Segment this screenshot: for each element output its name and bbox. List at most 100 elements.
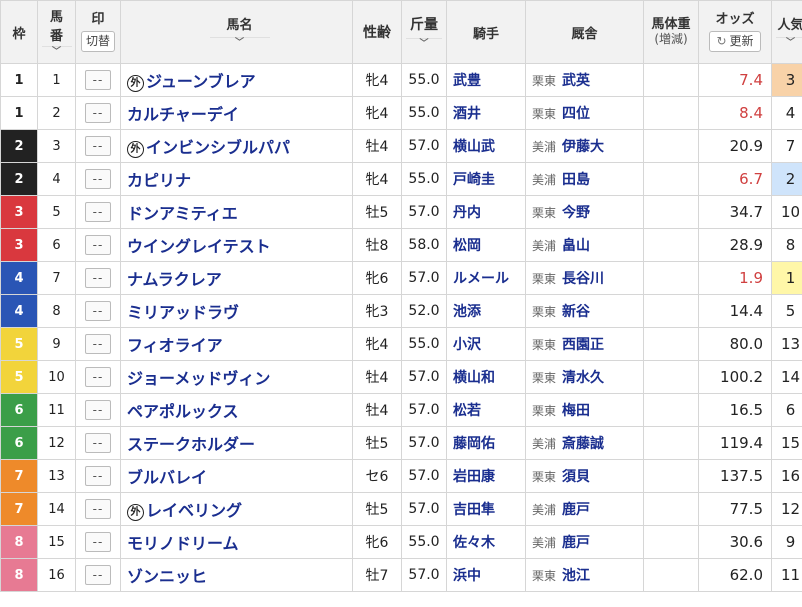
mark-select[interactable]: -- <box>85 367 111 387</box>
stable-link[interactable]: 西園正 <box>562 337 604 353</box>
header-popularity[interactable]: 人気 ﹀ <box>771 0 802 64</box>
mark-select[interactable]: -- <box>85 268 111 288</box>
jockey-link[interactable]: 横山和 <box>453 370 495 386</box>
stable-link[interactable]: 長谷川 <box>562 271 604 287</box>
mark-select[interactable]: -- <box>85 202 111 222</box>
sort-chevron-icon[interactable]: ﹀ <box>406 37 442 51</box>
horse-name-link[interactable]: ブルバレイ <box>127 468 207 487</box>
horse-name-link[interactable]: ドンアミティエ <box>127 204 238 223</box>
sexage-value: 牝6 <box>365 271 389 287</box>
mark-select[interactable]: -- <box>85 466 111 486</box>
horse-name-cell: ステークホルダー <box>120 426 353 460</box>
mark-cell: -- <box>75 459 121 493</box>
waku-number: 7 <box>14 501 24 517</box>
horse-name-link[interactable]: フィオライア <box>127 336 223 355</box>
jockey-link[interactable]: 佐々木 <box>453 535 495 551</box>
table-row: 5 9 -- フィオライア 牝4 55.0 小沢 栗東 西園正 80.0 13 <box>0 327 802 361</box>
mark-select[interactable]: -- <box>85 334 111 354</box>
stable-link[interactable]: 伊藤大 <box>562 139 604 155</box>
mark-select[interactable]: -- <box>85 499 111 519</box>
stable-link[interactable]: 畠山 <box>562 238 590 254</box>
sexage-cell: 牡4 <box>352 393 402 427</box>
stable-link[interactable]: 田島 <box>562 172 590 188</box>
mark-cell: -- <box>75 129 121 163</box>
sort-chevron-icon[interactable]: ﹀ <box>41 45 72 59</box>
jockey-link[interactable]: 岩田康 <box>453 469 495 485</box>
sort-chevron-icon[interactable]: ﹀ <box>775 37 802 50</box>
odds-refresh-button[interactable]: ↻ 更新 <box>709 31 761 52</box>
stable-link[interactable]: 四位 <box>562 106 590 122</box>
weight-cell: 57.0 <box>401 129 447 163</box>
stable-link[interactable]: 梅田 <box>562 403 590 419</box>
jockey-cell: 丹内 <box>446 195 526 229</box>
jockey-link[interactable]: 松若 <box>453 403 481 419</box>
stable-link[interactable]: 武英 <box>562 73 590 89</box>
mark-select[interactable]: -- <box>85 136 111 156</box>
stable-link[interactable]: 今野 <box>562 205 590 221</box>
jockey-link[interactable]: 小沢 <box>453 337 481 353</box>
odds-cell: 137.5 <box>698 459 772 493</box>
mark-select[interactable]: -- <box>85 301 111 321</box>
sort-chevron-icon[interactable]: ﹀ <box>209 37 270 50</box>
stable-link[interactable]: 斎藤誠 <box>562 436 604 452</box>
horse-name-link[interactable]: ナムラクレア <box>127 270 222 289</box>
mark-select[interactable]: -- <box>85 565 111 585</box>
weight-cell: 57.0 <box>401 360 447 394</box>
horse-name-link[interactable]: インビンシブルパパ <box>146 138 290 157</box>
horse-name-link[interactable]: ペアポルックス <box>127 402 239 421</box>
horse-name-link[interactable]: ジューンブレア <box>146 72 256 91</box>
jockey-link[interactable]: 武豊 <box>453 73 481 89</box>
popularity-value: 8 <box>785 236 796 254</box>
header-umaban[interactable]: 馬 番 ﹀ <box>37 0 76 64</box>
jockey-link[interactable]: 池添 <box>453 304 481 320</box>
jockey-link[interactable]: 浜中 <box>453 568 481 584</box>
jockey-link[interactable]: ルメール <box>453 271 509 287</box>
jockey-link[interactable]: 横山武 <box>453 139 495 155</box>
mark-cell: -- <box>75 426 121 460</box>
mark-select[interactable]: -- <box>85 433 111 453</box>
horse-name-link[interactable]: ミリアッドラヴ <box>127 303 239 322</box>
odds-cell: 1.9 <box>698 261 772 295</box>
jockey-link[interactable]: 藤岡佑 <box>453 436 495 452</box>
stable-link[interactable]: 須貝 <box>562 469 590 485</box>
jockey-link[interactable]: 酒井 <box>453 106 481 122</box>
odds-value: 119.4 <box>720 434 763 452</box>
mark-select[interactable]: -- <box>85 532 111 552</box>
horse-name-link[interactable]: モリノドリーム <box>127 534 239 553</box>
horse-name-link[interactable]: レイベリング <box>146 501 242 520</box>
horse-name-link[interactable]: ステークホルダー <box>127 435 255 454</box>
jockey-link[interactable]: 松岡 <box>453 238 481 254</box>
stable-link[interactable]: 新谷 <box>562 304 590 320</box>
horse-name-link[interactable]: カルチャーデイ <box>127 105 239 124</box>
umaban-cell: 15 <box>37 525 76 559</box>
header-weight[interactable]: 斤量 ﹀ <box>401 0 447 64</box>
horse-name-link[interactable]: ゾンニッヒ <box>127 567 207 586</box>
stable-link[interactable]: 池江 <box>562 568 590 584</box>
waku-cell: 2 <box>0 129 38 163</box>
jockey-link[interactable]: 吉田隼 <box>453 502 495 518</box>
mark-select[interactable]: -- <box>85 169 111 189</box>
header-name[interactable]: 馬名 ﹀ <box>120 0 353 64</box>
weight-value: 57.0 <box>408 204 440 220</box>
mark-select[interactable]: -- <box>85 400 111 420</box>
jockey-link[interactable]: 戸崎圭 <box>453 172 495 188</box>
mark-toggle-button[interactable]: 切替 <box>80 31 115 52</box>
jockey-link[interactable]: 丹内 <box>453 205 481 221</box>
stable-link[interactable]: 鹿戸 <box>562 502 590 518</box>
mark-cell: -- <box>75 96 121 130</box>
mark-select[interactable]: -- <box>85 103 111 123</box>
horse-name-cell: ゾンニッヒ <box>120 558 353 592</box>
weight-value: 55.0 <box>408 72 440 88</box>
horse-name-cell: ブルバレイ <box>120 459 353 493</box>
horse-name-cell: ペアポルックス <box>120 393 353 427</box>
stable-link[interactable]: 鹿戸 <box>562 535 590 551</box>
horse-name-cell: ウイングレイテスト <box>120 228 353 262</box>
mark-select[interactable]: -- <box>85 235 111 255</box>
horse-name-link[interactable]: カピリナ <box>127 171 191 190</box>
stable-link[interactable]: 清水久 <box>562 370 604 386</box>
mark-select[interactable]: -- <box>85 70 111 90</box>
popularity-cell: 11 <box>771 558 802 592</box>
waku-cell: 1 <box>0 63 38 97</box>
horse-name-link[interactable]: ウイングレイテスト <box>127 237 271 256</box>
horse-name-link[interactable]: ジョーメッドヴィン <box>127 369 270 388</box>
